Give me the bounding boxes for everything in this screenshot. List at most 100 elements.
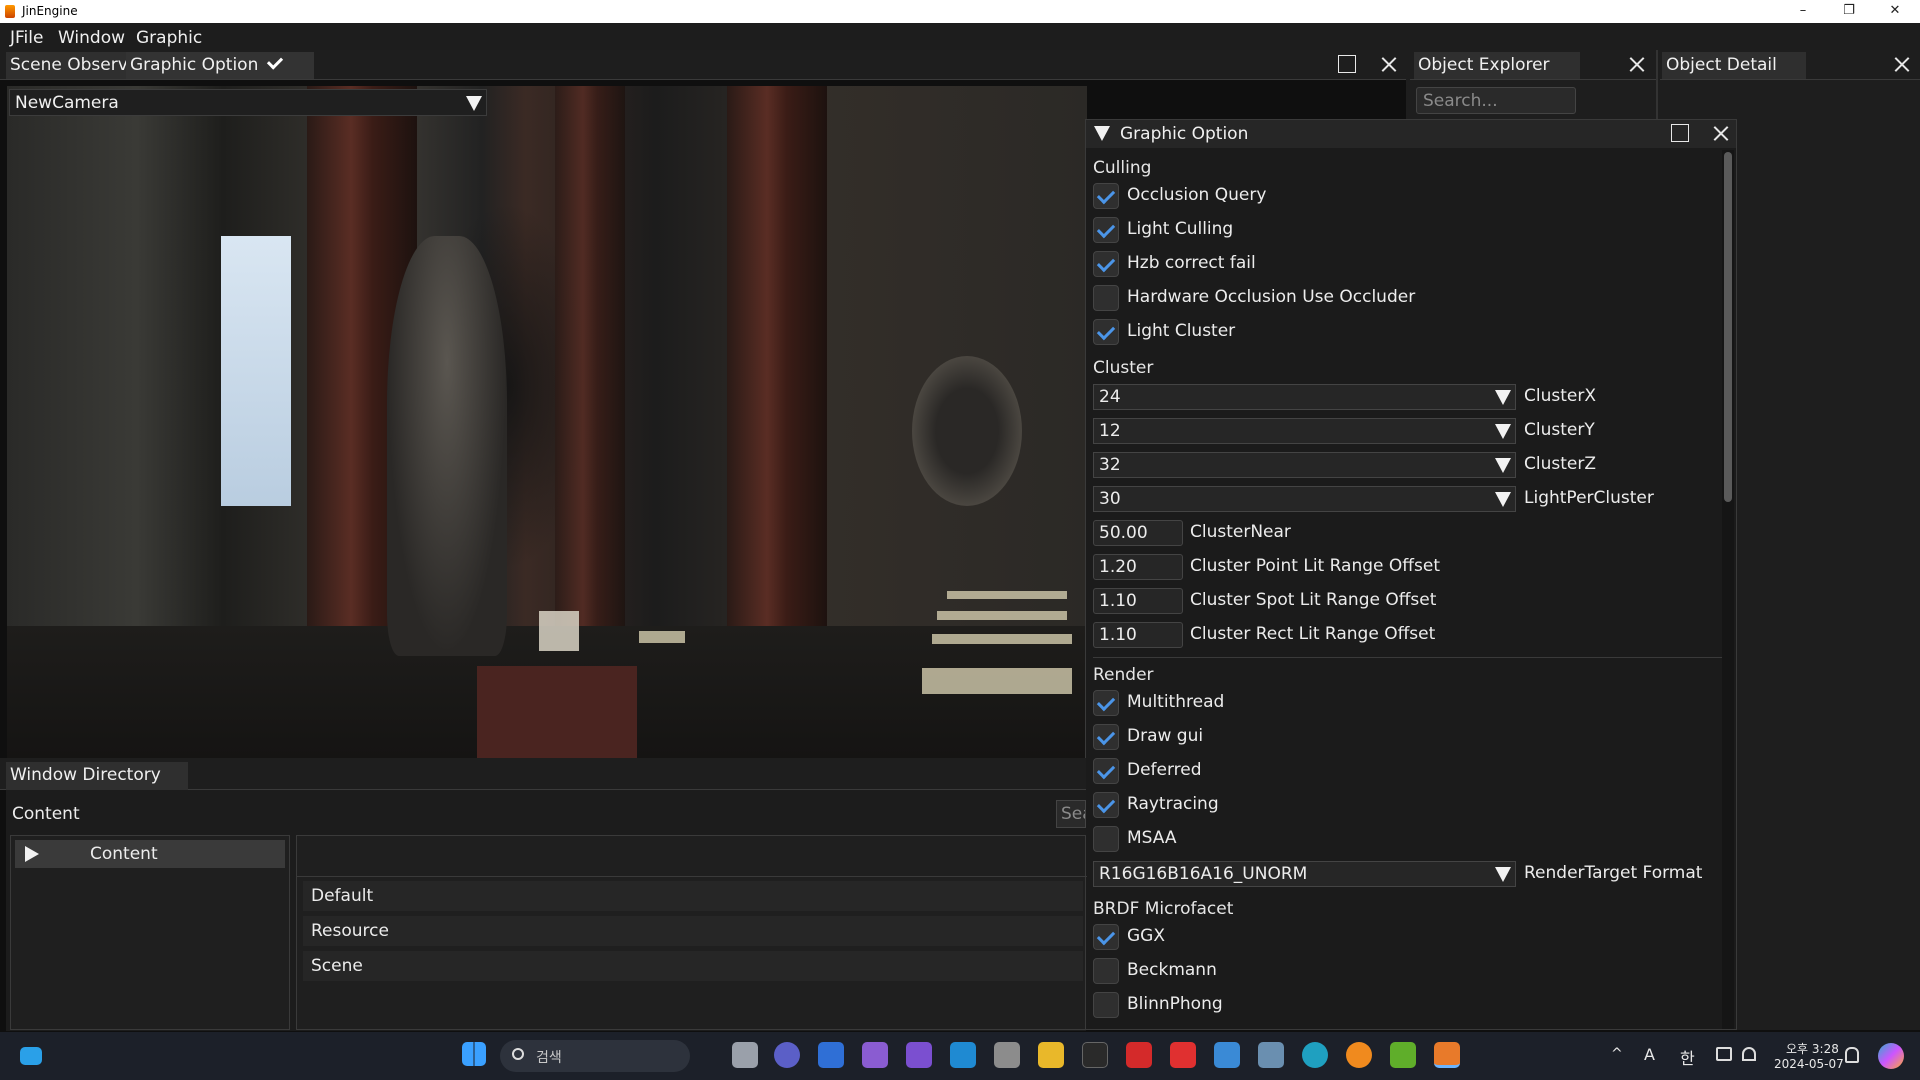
maximize-window-icon[interactable] <box>1671 124 1689 142</box>
checkbox-box[interactable] <box>1093 251 1119 277</box>
flash-app-icon[interactable] <box>1170 1042 1196 1068</box>
tab-window-directory[interactable]: Window Directory <box>6 762 188 790</box>
checkbox-box[interactable] <box>1093 285 1119 311</box>
cluster-x-select[interactable]: 24 <box>1093 384 1516 410</box>
graphic-option-window: Graphic Option Culling Occlusion Query L… <box>1085 119 1737 1030</box>
checkbox-box[interactable] <box>1093 758 1119 784</box>
close-button[interactable]: ✕ <box>1872 0 1918 23</box>
copilot-icon[interactable] <box>1878 1043 1904 1069</box>
checkbox-box[interactable] <box>1093 724 1119 750</box>
camera-select[interactable]: NewCamera <box>9 89 487 116</box>
checkbox-box[interactable] <box>1093 217 1119 243</box>
store-icon[interactable] <box>818 1042 844 1068</box>
cluster-rect-lit-range-label: Cluster Rect Lit Range Offset <box>1190 624 1436 644</box>
volume-icon[interactable] <box>1742 1047 1756 1061</box>
clock-date[interactable]: 2024-05-07 <box>1774 1057 1844 1071</box>
ime-mode-a[interactable]: A <box>1644 1045 1655 1064</box>
cluster-point-lit-range-input[interactable]: 1.20 <box>1093 554 1183 580</box>
camera-select-value: NewCamera <box>15 93 119 113</box>
close-object-detail-icon[interactable] <box>1893 55 1911 73</box>
vscode-icon[interactable] <box>950 1042 976 1068</box>
widgets-icon[interactable] <box>20 1047 42 1065</box>
tree-item-label: Content <box>90 844 158 864</box>
close-panel-icon[interactable] <box>1380 55 1398 73</box>
notepad-icon[interactable] <box>1214 1042 1240 1068</box>
maximize-button[interactable]: ❐ <box>1826 0 1872 23</box>
minimize-button[interactable]: – <box>1780 0 1826 23</box>
object-explorer-search-input[interactable]: Search... <box>1416 87 1576 114</box>
graphic-option-titlebar[interactable]: Graphic Option <box>1086 120 1736 148</box>
list-header <box>297 876 1087 877</box>
scene-window-light <box>221 236 291 506</box>
chat-icon[interactable] <box>774 1042 800 1068</box>
tree-item-content[interactable]: Content <box>15 840 285 868</box>
tab-object-detail[interactable]: Object Detail <box>1662 52 1806 79</box>
checkbox-box[interactable] <box>1093 183 1119 209</box>
cluster-z-select[interactable]: 32 <box>1093 452 1516 478</box>
light-per-cluster-select[interactable]: 30 <box>1093 486 1516 512</box>
acrobat-icon[interactable] <box>1126 1042 1152 1068</box>
checkbox-box[interactable] <box>1093 319 1119 345</box>
blender-icon[interactable] <box>1346 1042 1372 1068</box>
tab-object-explorer[interactable]: Object Explorer <box>1414 52 1580 79</box>
collapse-icon[interactable] <box>1094 126 1110 141</box>
chevron-up-icon[interactable]: ^ <box>1611 1046 1623 1062</box>
cluster-near-input[interactable]: 50.00 <box>1093 520 1183 546</box>
checkbox-box[interactable] <box>1093 924 1119 950</box>
cluster-rect-lit-range-input[interactable]: 1.10 <box>1093 622 1183 648</box>
edge-icon[interactable] <box>1302 1042 1328 1068</box>
stack-app-icon[interactable] <box>994 1042 1020 1068</box>
list-item[interactable]: Resource <box>303 916 1083 946</box>
nvidia-icon[interactable] <box>1390 1042 1416 1068</box>
list-item[interactable]: Default <box>303 881 1083 911</box>
checkbox-box[interactable] <box>1093 690 1119 716</box>
chevron-right-icon[interactable] <box>25 846 39 862</box>
network-icon[interactable] <box>1716 1047 1732 1061</box>
scene-pedestal <box>477 666 637 758</box>
select-value: 32 <box>1099 455 1121 475</box>
ime-mode-han[interactable]: 한 <box>1680 1045 1695 1069</box>
close-window-icon[interactable] <box>1712 124 1730 142</box>
menu-bar: JFile Window Graphic <box>0 23 1920 50</box>
checkbox-box[interactable] <box>1093 958 1119 984</box>
cluster-near-label: ClusterNear <box>1190 522 1291 542</box>
monitor-app-icon[interactable] <box>1258 1042 1284 1068</box>
checkmark-icon <box>1096 760 1116 780</box>
checkbox-label: MSAA <box>1127 828 1177 848</box>
maximize-panel-icon[interactable] <box>1338 55 1356 73</box>
taskbar: 검색 ^ A 한 오후 3:28 2024-05-07 <box>0 1032 1920 1080</box>
close-object-explorer-icon[interactable] <box>1628 55 1646 73</box>
menu-jfile[interactable]: JFile <box>10 28 43 48</box>
render-target-format-select[interactable]: R16G16B16A16_UNORM <box>1093 861 1516 887</box>
taskbar-search[interactable]: 검색 <box>500 1040 690 1072</box>
section-cluster: Cluster <box>1093 358 1154 378</box>
cluster-y-select[interactable]: 12 <box>1093 418 1516 444</box>
epic-games-icon[interactable] <box>1082 1042 1108 1068</box>
clock-time[interactable]: 오후 3:28 <box>1786 1040 1839 1057</box>
checkbox-label: Light Cluster <box>1127 321 1236 341</box>
task-view-icon[interactable] <box>732 1042 758 1068</box>
scrollbar-thumb[interactable] <box>1724 152 1732 502</box>
tab-graphic-option[interactable]: Graphic Option <box>126 52 314 79</box>
list-item[interactable]: Scene <box>303 951 1083 981</box>
checkbox-box[interactable] <box>1093 792 1119 818</box>
visual-studio-icon[interactable] <box>862 1042 888 1068</box>
notification-bell-icon[interactable] <box>1845 1047 1859 1063</box>
checkbox-box[interactable] <box>1093 826 1119 852</box>
menu-graphic[interactable]: Graphic <box>136 28 202 48</box>
tab-scene-observer[interactable]: Scene Observe <box>6 52 128 79</box>
chevron-down-icon <box>1495 424 1511 439</box>
file-explorer-icon[interactable] <box>1038 1042 1064 1068</box>
title-bar: JinEngine – ❐ ✕ <box>0 0 1920 23</box>
scene-light-patch <box>932 634 1072 644</box>
directory-search-input[interactable]: Sea <box>1056 800 1086 828</box>
visual-studio-preview-icon[interactable] <box>906 1042 932 1068</box>
checkbox-box[interactable] <box>1093 992 1119 1018</box>
jinengine-app-icon[interactable] <box>1434 1042 1460 1068</box>
scene-viewport[interactable] <box>7 86 1087 758</box>
checkbox-label: Draw gui <box>1127 726 1204 746</box>
menu-window[interactable]: Window <box>58 28 125 48</box>
scrollbar[interactable] <box>1722 150 1734 1029</box>
cluster-spot-lit-range-input[interactable]: 1.10 <box>1093 588 1183 614</box>
start-icon[interactable] <box>462 1042 486 1066</box>
